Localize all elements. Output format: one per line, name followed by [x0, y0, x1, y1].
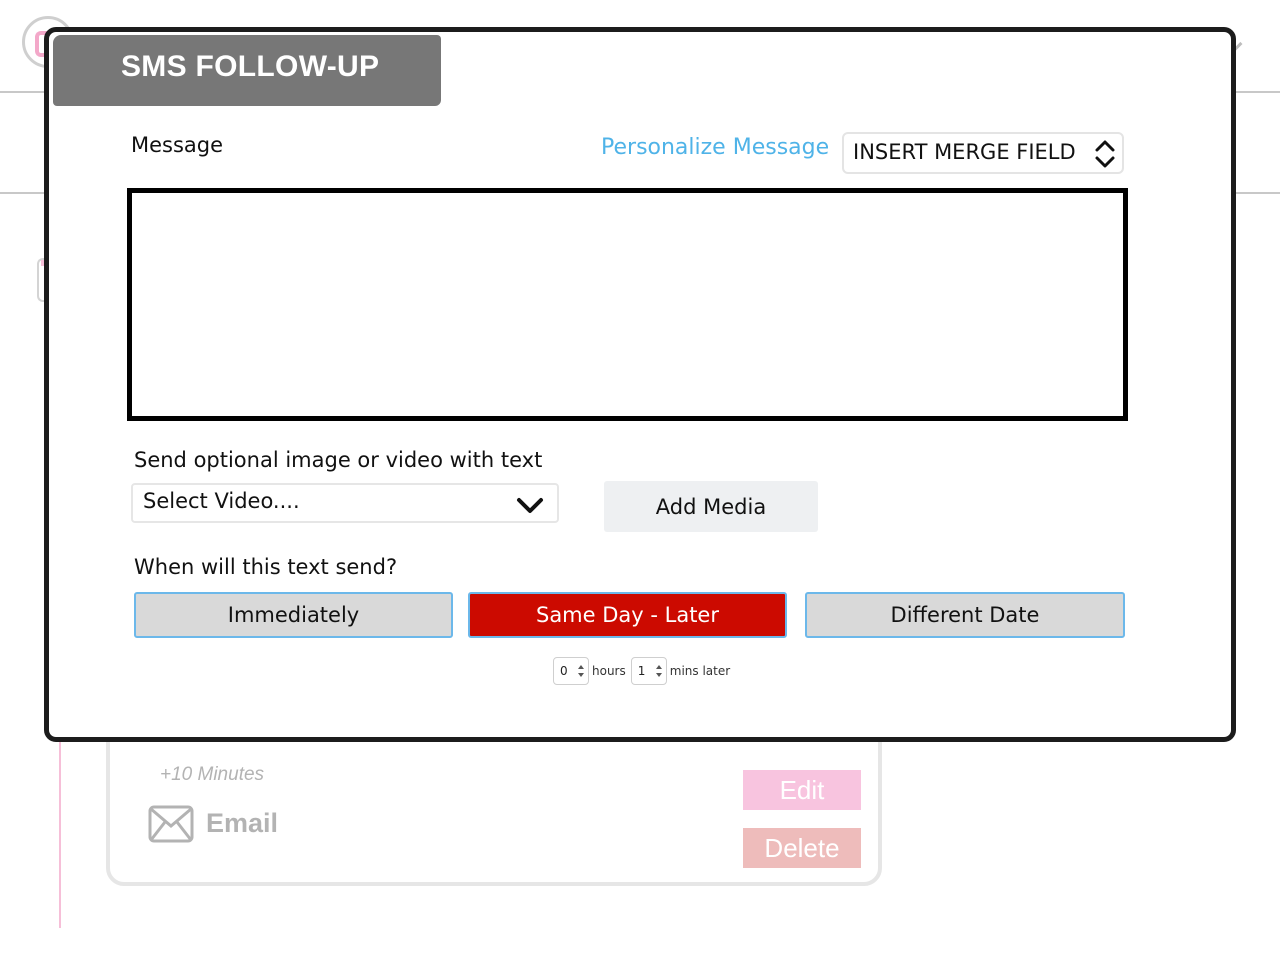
- merge-field-select-value: INSERT MERGE FIELD: [853, 140, 1076, 164]
- hours-stepper[interactable]: 0: [553, 657, 589, 685]
- modal-header: SMS FOLLOW-UP: [53, 35, 441, 106]
- step-delay-label: +10 Minutes: [160, 764, 265, 785]
- message-textarea[interactable]: [127, 188, 1128, 421]
- delete-step-button[interactable]: Delete: [743, 828, 861, 868]
- minutes-stepper[interactable]: 1: [630, 657, 667, 685]
- video-select-value: Select Video....: [143, 489, 300, 513]
- video-select[interactable]: Select Video....: [131, 483, 559, 523]
- mail-icon: [148, 805, 194, 843]
- media-label: Send optional image or video with text: [134, 448, 543, 472]
- delay-picker: 0 hours 1 mins later: [553, 656, 732, 686]
- add-media-button[interactable]: Add Media: [604, 481, 818, 532]
- step-channel-label: Email: [206, 808, 279, 838]
- chevron-down-icon: [517, 498, 543, 513]
- message-label: Message: [131, 133, 224, 157]
- minutes-unit: mins later: [669, 664, 731, 678]
- insert-merge-field-select[interactable]: INSERT MERGE FIELD: [842, 132, 1124, 174]
- modal-title: SMS FOLLOW-UP: [121, 50, 380, 83]
- minutes-value: 1: [637, 664, 646, 678]
- sms-followup-modal: SMS FOLLOW-UP Message Personalize Messag…: [44, 27, 1236, 742]
- immediately-button[interactable]: Immediately: [134, 592, 453, 638]
- stepper-arrows-icon: [655, 665, 662, 677]
- different-date-button[interactable]: Different Date: [805, 592, 1125, 638]
- when-label: When will this text send?: [134, 555, 398, 579]
- stepper-arrows-icon: [578, 665, 584, 677]
- hours-value: 0: [560, 664, 568, 678]
- hours-unit: hours: [592, 664, 626, 678]
- edit-step-button[interactable]: Edit: [743, 770, 861, 810]
- personalize-message-link[interactable]: Personalize Message: [601, 135, 829, 160]
- updown-arrows-icon: [1095, 140, 1115, 168]
- same-day-later-button[interactable]: Same Day - Later: [468, 592, 787, 638]
